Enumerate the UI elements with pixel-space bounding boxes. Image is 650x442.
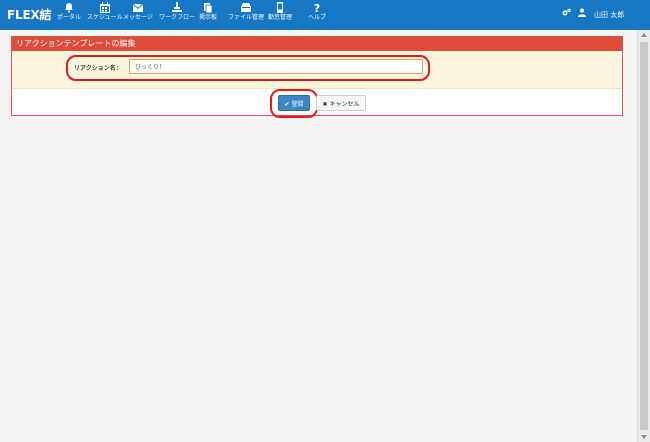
nav-label-schedule: スケジュール — [87, 14, 123, 21]
svg-text:?: ? — [314, 2, 320, 13]
file-icon — [240, 2, 252, 13]
nav-item-schedule[interactable]: スケジュール — [87, 2, 123, 21]
close-icon: ✖ — [322, 100, 328, 108]
bell-icon — [63, 2, 75, 13]
panel-title: リアクションテンプレートの編集 — [12, 37, 622, 51]
nav-label-message: メッセージ — [123, 14, 153, 21]
nav-item-file-management[interactable]: ファイル管理 — [228, 2, 264, 21]
save-button-highlight-ring — [270, 89, 318, 118]
nav-item-attendance[interactable]: 勤怠管理 — [268, 2, 292, 21]
vertical-scrollbar[interactable] — [637, 30, 650, 442]
nav-label-help: ヘルプ — [308, 14, 327, 21]
nav-label-board: 掲示板 — [199, 14, 218, 21]
nav-label-file-management: ファイル管理 — [228, 14, 265, 21]
scroll-down-arrow-icon[interactable] — [641, 435, 647, 439]
help-icon: ? — [311, 2, 323, 13]
app-brand[interactable]: FLEX結 — [7, 6, 51, 23]
reaction-name-row: リアクション名： — [12, 51, 622, 89]
edit-reaction-panel: リアクションテンプレートの編集 リアクション名： ✔ 登録 ✖ キャンセル — [11, 36, 623, 118]
calendar-icon — [99, 2, 111, 13]
workflow-icon — [171, 2, 183, 13]
nav-item-portal[interactable]: ポータル — [57, 2, 81, 21]
nav-label-attendance: 勤怠管理 — [268, 14, 293, 21]
nav-item-board[interactable]: 掲示板 — [199, 2, 217, 21]
nav-label-portal: ポータル — [57, 14, 82, 21]
attendance-icon — [274, 2, 286, 13]
nav-item-workflow[interactable]: ワークフロー — [159, 2, 195, 21]
scroll-up-arrow-icon[interactable] — [641, 33, 647, 37]
user-icon — [578, 8, 586, 19]
envelope-icon — [132, 2, 144, 13]
top-navbar: FLEX結 ポータル スケジュール メッセージ ワークフロー 掲示板 ファイル管… — [0, 0, 650, 30]
settings-icon[interactable] — [562, 8, 571, 19]
user-name[interactable]: 山田 太郎 — [594, 10, 624, 20]
input-highlight-ring — [66, 55, 430, 81]
cancel-button[interactable]: ✖ キャンセル — [316, 95, 366, 111]
nav-label-workflow: ワークフロー — [159, 14, 196, 21]
scrollbar-thumb[interactable] — [640, 42, 648, 430]
nav-item-help[interactable]: ? ヘルプ — [308, 2, 326, 21]
board-icon — [202, 2, 214, 13]
cancel-button-label: キャンセル — [329, 100, 360, 108]
nav-item-message[interactable]: メッセージ — [123, 2, 153, 21]
